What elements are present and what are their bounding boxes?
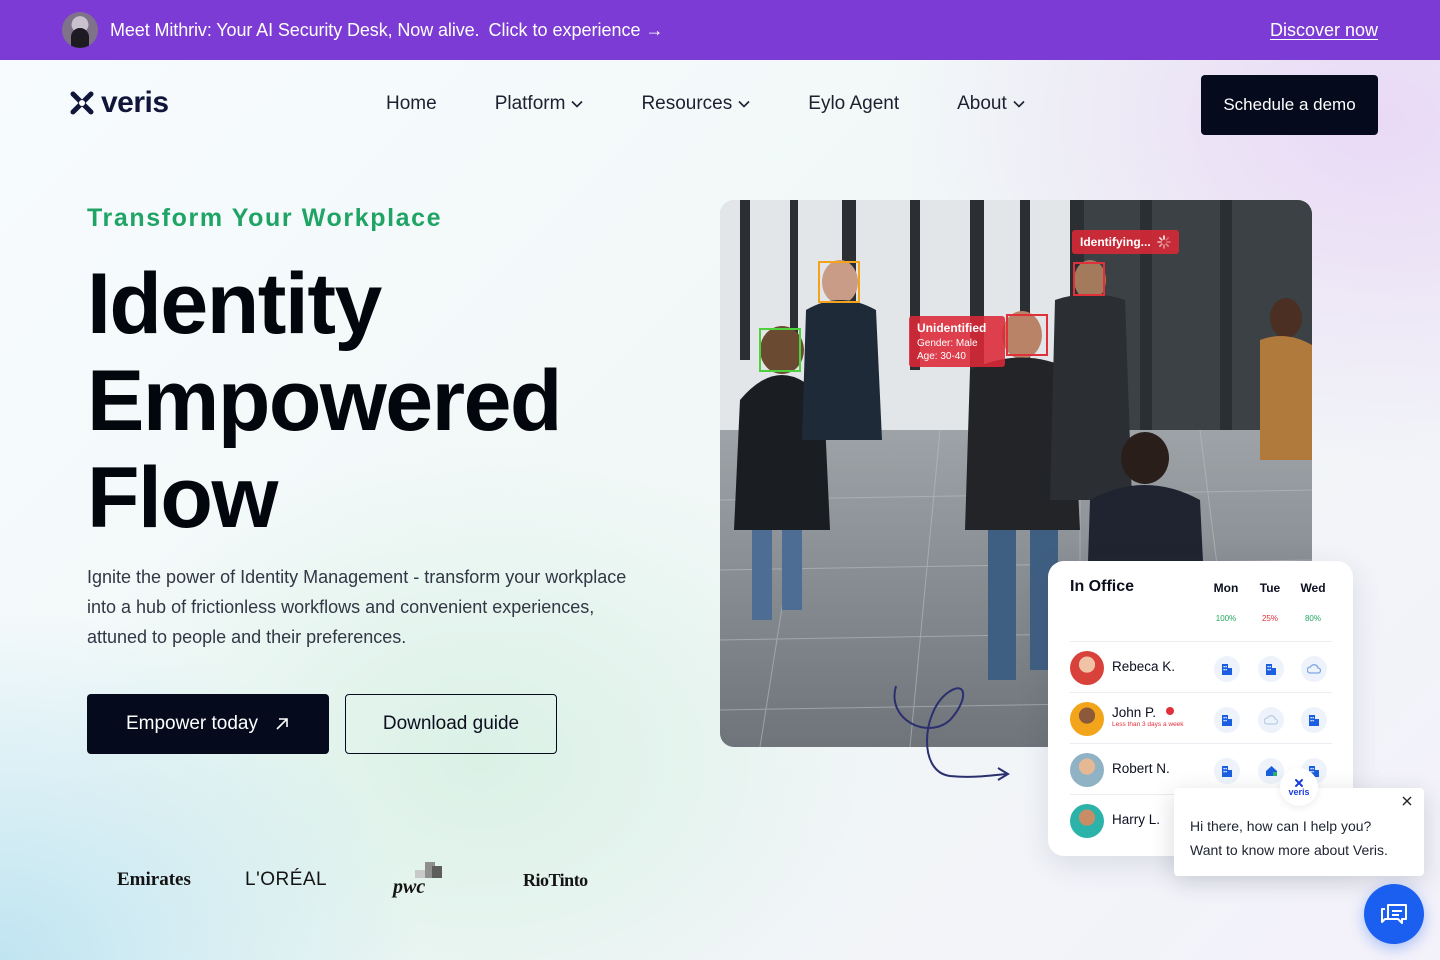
office-building-icon — [1214, 758, 1240, 784]
unidentified-gender: Gender: Male — [917, 338, 978, 349]
chat-launcher-button[interactable] — [1364, 884, 1424, 944]
attendance-warning: Less than 3 days a week — [1112, 721, 1184, 728]
identifying-label: Identifying... — [1080, 235, 1151, 249]
unidentified-age: Age: 30-40 — [917, 351, 966, 362]
nav-eylo-agent[interactable]: Eylo Agent — [808, 93, 899, 115]
pct-wed: 80% — [1304, 614, 1321, 623]
headline-line-3: Flow — [87, 450, 278, 546]
veris-logo-icon — [68, 89, 96, 117]
pwc-wordmark: pwc — [393, 876, 426, 898]
chat-line-1: Hi there, how can I help you? — [1190, 818, 1372, 834]
warning-dot-icon — [1166, 707, 1174, 715]
arrow-up-right-icon — [276, 718, 288, 730]
face-box-orange — [818, 261, 860, 303]
face-box-red-top — [1073, 262, 1105, 296]
nav-home-label: Home — [386, 93, 437, 114]
face-box-red-center — [1006, 314, 1048, 356]
day-mon: Mon — [1213, 581, 1239, 595]
chat-bot-avatar: veris — [1280, 768, 1318, 806]
day-tue: Tue — [1259, 581, 1281, 595]
hero-headline: Identity Empowered Flow — [87, 256, 647, 547]
chat-icon — [1381, 904, 1407, 924]
table-row: Rebeca K. — [1070, 641, 1332, 692]
announcement-message: Meet Mithriv: Your AI Security Desk, Now… — [110, 19, 480, 40]
nav-links: Home Platform Resources Eylo Agent About — [386, 93, 1083, 115]
empower-today-button[interactable]: Empower today — [87, 694, 329, 754]
announcement-bar[interactable]: Meet Mithriv: Your AI Security Desk, Now… — [0, 0, 1440, 60]
chevron-down-icon — [1013, 100, 1025, 108]
avatar — [1070, 702, 1104, 736]
announcement-avatar — [62, 12, 98, 48]
empower-today-label: Empower today — [125, 713, 258, 734]
nav-about-label: About — [957, 93, 1007, 114]
remote-cloud-icon — [1258, 707, 1284, 733]
nav-eylo-agent-label: Eylo Agent — [808, 93, 900, 114]
avatar — [1070, 651, 1104, 685]
spinner-icon — [1156, 235, 1171, 249]
hero-eyebrow: Transform Your Workplace — [87, 204, 443, 232]
nav-resources-label: Resources — [641, 93, 733, 114]
schedule-demo-button[interactable]: Schedule a demo — [1201, 75, 1378, 135]
chat-avatar-label: veris — [1288, 786, 1310, 797]
loreal-logo: L'ORÉAL — [245, 869, 328, 890]
person-name: Harry L. — [1112, 812, 1161, 827]
unidentified-tag: Unidentified Gender: Male Age: 30-40 — [909, 316, 1005, 367]
emirates-logo: Emirates — [117, 869, 191, 890]
in-office-title: In Office — [1070, 578, 1135, 595]
main-navigation: veris Home Platform Resources Eylo Agent… — [0, 60, 1440, 150]
veris-logo[interactable]: veris — [68, 88, 169, 118]
chat-line-2: Want to know more about Veris. — [1190, 842, 1388, 858]
office-building-icon — [1214, 656, 1240, 682]
day-wed: Wed — [1300, 581, 1326, 595]
client-logos: Emirates L'ORÉAL pwc RioTinto — [117, 860, 588, 900]
nav-home[interactable]: Home — [386, 93, 437, 115]
pwc-logo: pwc — [393, 860, 523, 900]
table-row: John P. Less than 3 days a week — [1070, 692, 1332, 743]
headline-line-1: Identity — [87, 256, 382, 352]
person-name: Rebeca K. — [1112, 659, 1176, 674]
download-guide-label: Download guide — [382, 713, 520, 734]
discover-now-link[interactable]: Discover now — [1270, 20, 1378, 41]
unidentified-title: Unidentified — [917, 321, 987, 335]
person-name: Robert N. — [1112, 761, 1170, 776]
nav-platform[interactable]: Platform — [495, 93, 584, 115]
avatar — [1070, 804, 1104, 838]
close-icon[interactable] — [1400, 794, 1414, 808]
office-building-icon — [1214, 707, 1240, 733]
logo-wordmark: veris — [101, 86, 169, 119]
nav-about[interactable]: About — [957, 93, 1025, 115]
chevron-down-icon — [571, 100, 584, 108]
office-building-icon — [1258, 656, 1284, 682]
hero-description: Ignite the power of Identity Management … — [87, 567, 627, 647]
headline-line-2: Empowered — [87, 353, 562, 449]
office-building-icon — [1301, 707, 1327, 733]
announcement-cta-link[interactable]: Click to experience → — [488, 20, 663, 41]
pct-tue: 25% — [1261, 614, 1278, 623]
nav-platform-label: Platform — [494, 93, 566, 114]
identifying-tag: Identifying... — [1072, 230, 1179, 254]
riotinto-logo: RioTinto — [523, 869, 588, 890]
decorative-arrow-icon — [893, 685, 1010, 781]
veris-logo-icon — [1295, 778, 1303, 787]
remote-cloud-icon — [1301, 656, 1327, 682]
nav-resources[interactable]: Resources — [641, 93, 750, 115]
pct-mon: 100% — [1215, 614, 1237, 623]
face-box-green — [759, 328, 801, 372]
person-name: John P. — [1112, 705, 1157, 720]
download-guide-button[interactable]: Download guide — [345, 694, 557, 754]
avatar — [1070, 753, 1104, 787]
chevron-down-icon — [738, 100, 750, 108]
